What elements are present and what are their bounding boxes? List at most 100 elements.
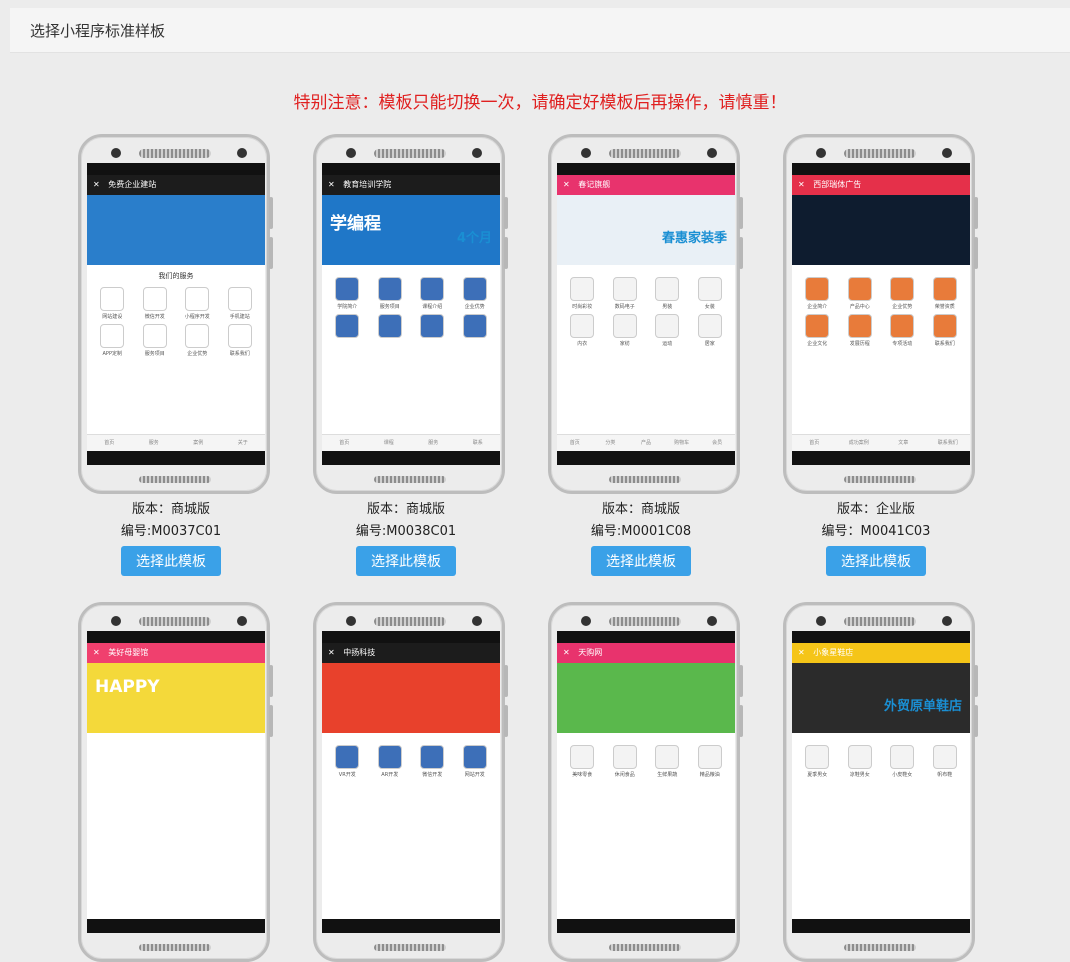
close-icon: ✕	[798, 180, 805, 189]
camera-icon	[346, 616, 356, 626]
app-icon: 女装	[689, 277, 732, 310]
app-title: 春记旗舰	[578, 180, 611, 189]
app-icon	[454, 314, 497, 347]
app-icon-graphic	[100, 287, 125, 311]
app-icon-graphic	[612, 277, 637, 301]
app-title: 天购网	[578, 648, 603, 657]
icon-grid: 企业简介 产品中心 企业优势 荣誉资质 企业文化 发展历程 专项活动 联系我们	[792, 275, 970, 349]
app-icon-graphic	[462, 277, 487, 301]
phone-screen: ✕ 中扬科技 VR开发 AR开发 微信开发 网站开发	[322, 631, 500, 933]
camera-icon	[111, 148, 121, 158]
side-button	[974, 705, 978, 737]
tab-item: 案例	[193, 440, 204, 446]
app-icon-label: 学院简介	[337, 304, 358, 310]
select-template-button[interactable]: 选择此模板	[356, 546, 456, 576]
app-icon-graphic	[612, 314, 637, 338]
app-icon-label: APP定制	[102, 351, 122, 357]
app-icon: 荣誉资质	[924, 277, 967, 310]
status-bar	[557, 631, 735, 643]
app-icon: 学院简介	[326, 277, 369, 310]
bottom-grille	[139, 476, 211, 483]
app-icon: 微信开发	[134, 287, 177, 320]
app-icon-graphic	[335, 277, 360, 301]
close-icon: ✕	[563, 648, 570, 657]
side-button	[739, 237, 743, 269]
speaker-grille	[374, 617, 446, 626]
app-title: 小象星鞋店	[813, 648, 854, 657]
app-icon-label: 内衣	[577, 341, 588, 347]
app-icon-graphic	[377, 745, 402, 769]
app-icon-graphic	[847, 314, 872, 338]
app-icon: 联系我们	[924, 314, 967, 347]
section-title	[557, 265, 735, 275]
app-icon-label: 小皮鞋女	[892, 772, 913, 778]
phone-screen: ✕ 春记旗舰 春惠家装季 时尚彩妆 数码电子 男装 女装 内衣 家纺 运动 居家…	[557, 163, 735, 465]
app-icon-graphic	[420, 277, 445, 301]
hero-banner: 学编程 4个月	[322, 195, 500, 265]
app-icon-graphic	[697, 277, 722, 301]
app-icon: 企业优势	[454, 277, 497, 310]
template-version: 版本：企业版	[836, 502, 915, 517]
section-title	[792, 733, 970, 743]
app-icon-label: 产品中心	[849, 304, 870, 310]
app-icon-label: 帆布鞋	[937, 772, 953, 778]
app-icon: 帆布鞋	[924, 745, 967, 778]
select-template-button[interactable]: 选择此模板	[826, 546, 926, 576]
app-title: 中扬科技	[343, 648, 376, 657]
hero-subline: 4个月	[456, 231, 492, 246]
app-icon-label: 数码电子	[614, 304, 635, 310]
app-icon-label: 企业优势	[892, 304, 913, 310]
app-navbar: ✕ 教育培训学院	[322, 175, 500, 195]
app-icon: 服务项目	[134, 324, 177, 357]
app-icon-graphic	[697, 314, 722, 338]
sensor-icon	[707, 148, 717, 158]
side-button	[504, 705, 508, 737]
app-icon: 美味零食	[561, 745, 604, 778]
app-icon-graphic	[335, 314, 360, 338]
app-icon-label: 网站建设	[102, 314, 123, 320]
phone-preview: ✕ 教育培训学院 学编程 4个月 学院简介 服务项目 课程介绍 企业优势 首页 …	[313, 134, 508, 494]
app-icon-label: 居家	[704, 341, 715, 347]
app-icon-label: 休闲食品	[614, 772, 635, 778]
icon-grid	[87, 743, 265, 747]
app-icon-label: 专项活动	[892, 341, 913, 347]
app-icon: 数码电子	[604, 277, 647, 310]
tab-item: 首页	[569, 440, 580, 446]
app-icon-graphic	[420, 745, 445, 769]
app-icon-graphic	[805, 277, 830, 301]
app-icon: AR开发	[369, 745, 412, 778]
app-icon-graphic	[142, 324, 167, 348]
template-code: 编号：M0041C03	[821, 524, 931, 539]
app-icon: 发展历程	[839, 314, 882, 347]
app-icon-graphic	[570, 314, 595, 338]
app-icon-label: 凉鞋男女	[849, 772, 870, 778]
app-icon-label: 网站开发	[464, 772, 485, 778]
speaker-grille	[844, 149, 916, 158]
template-version: 版本：商城版	[366, 502, 445, 517]
system-nav-bar	[557, 919, 735, 933]
status-bar	[557, 163, 735, 175]
tab-bar: 首页 成功案例 文章 联系我们	[792, 434, 970, 451]
section-title	[87, 733, 265, 743]
app-icon: 家纺	[604, 314, 647, 347]
app-icon: 课程介绍	[411, 277, 454, 310]
app-icon: 企业优势	[176, 324, 219, 357]
select-template-button[interactable]: 选择此模板	[121, 546, 221, 576]
phone-screen: ✕ 美好母婴馆 HAPPY	[87, 631, 265, 933]
side-button	[269, 197, 273, 229]
page-header: 选择小程序标准样板	[10, 8, 1070, 53]
status-bar	[322, 163, 500, 175]
speaker-grille	[374, 149, 446, 158]
app-icon-label: 微信开发	[422, 772, 443, 778]
tab-item: 文章	[898, 440, 909, 446]
side-button	[269, 237, 273, 269]
icon-grid: VR开发 AR开发 微信开发 网站开发	[322, 743, 500, 780]
app-icon: 企业文化	[796, 314, 839, 347]
hero-banner	[87, 195, 265, 265]
select-template-button[interactable]: 选择此模板	[591, 546, 691, 576]
app-icon: 服务项目	[369, 277, 412, 310]
app-icon-graphic	[227, 324, 252, 348]
status-bar	[87, 631, 265, 643]
app-icon-graphic	[142, 287, 167, 311]
tab-item: 联系	[472, 440, 483, 446]
